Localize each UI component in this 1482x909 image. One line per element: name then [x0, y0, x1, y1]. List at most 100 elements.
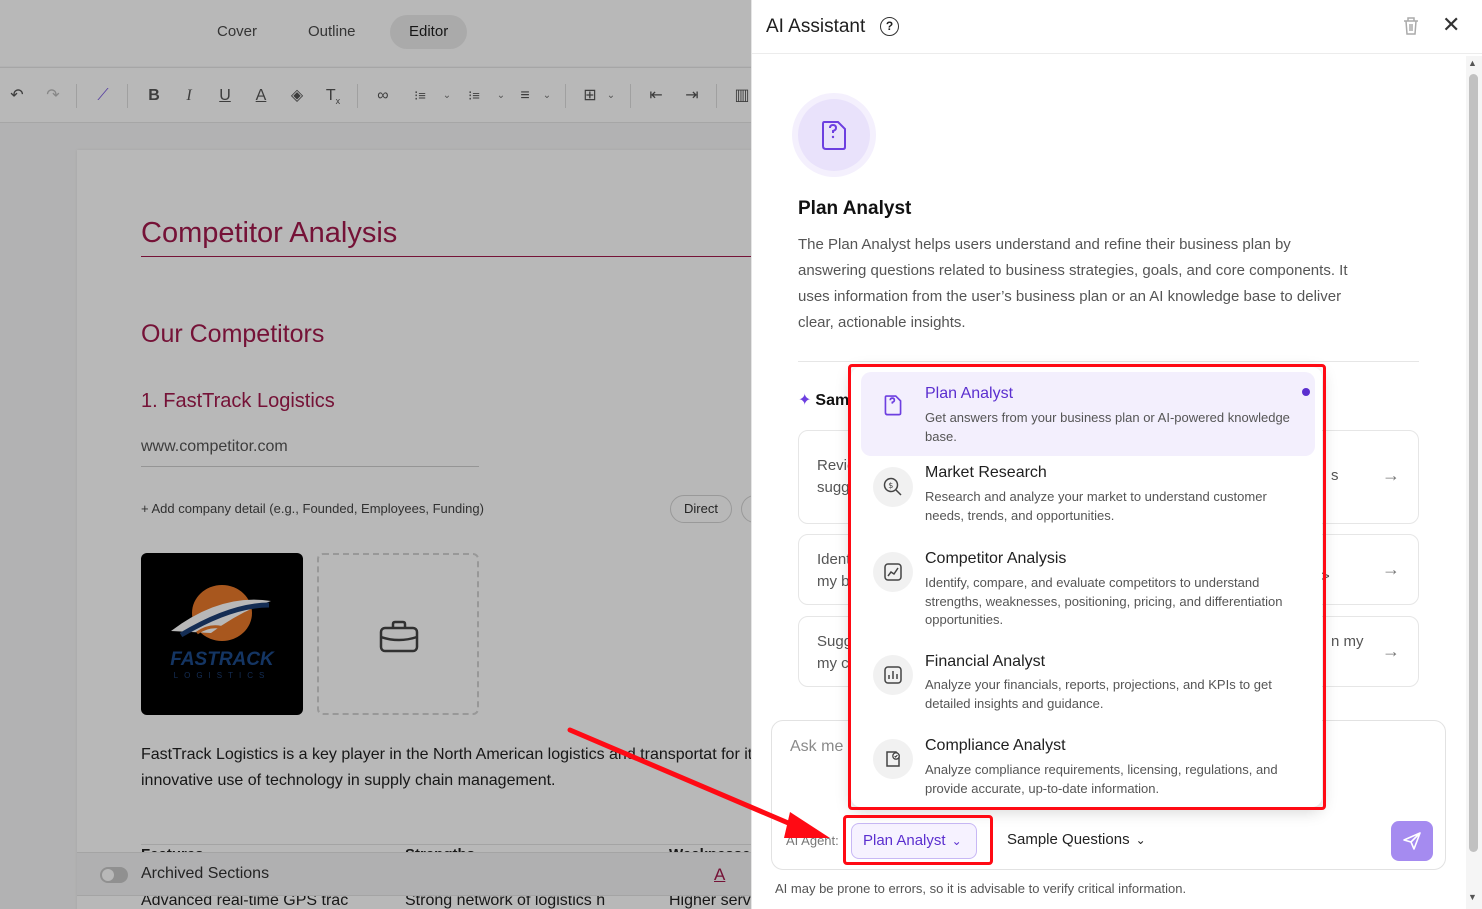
layout-icon[interactable]: ▥: [731, 86, 751, 106]
shield-check-icon: [873, 739, 913, 779]
chat-input[interactable]: Ask me a: [790, 738, 857, 756]
chevron-down-icon[interactable]: ⌄: [496, 86, 506, 106]
table-icon[interactable]: ⊞: [579, 86, 601, 106]
scrollbar[interactable]: ▲ ▼: [1466, 56, 1482, 909]
chevron-down-icon[interactable]: ⌄: [606, 86, 616, 106]
text-style-icon[interactable]: A: [714, 865, 725, 885]
agent-dropdown-menu: Plan Analyst Get answers from your busin…: [851, 367, 1322, 807]
question-text: my b: [817, 573, 850, 590]
agent-option-description: Analyze your financials, reports, projec…: [925, 677, 1272, 711]
competitor-type-chip[interactable]: [741, 495, 751, 523]
bold-icon[interactable]: B: [143, 86, 165, 106]
tab-outline[interactable]: Outline: [289, 15, 375, 49]
align-icon[interactable]: ≡: [514, 86, 536, 106]
chevron-down-icon: ⌄: [951, 834, 962, 848]
redo-icon[interactable]: ↷: [42, 86, 64, 106]
competitor-description[interactable]: FastTrack Logistics is a key player in t…: [141, 742, 751, 794]
bar-chart-icon: [873, 655, 913, 695]
undo-icon[interactable]: ↶: [6, 86, 28, 106]
competitor-heading[interactable]: 1. FastTrack Logistics: [141, 390, 335, 413]
scroll-up-icon[interactable]: ▲: [1468, 58, 1477, 68]
archived-sections-label: Archived Sections: [141, 865, 270, 882]
agent-option-title: Plan Analyst: [925, 385, 1014, 402]
document-page: Competitor Analysis Our Competitors 1. F…: [77, 150, 751, 909]
question-text: Sugg: [817, 633, 853, 650]
bullet-list-icon[interactable]: ⁝≡: [463, 86, 485, 106]
agent-option-description: Identify, compare, and evaluate competit…: [925, 575, 1283, 627]
agent-option-financial-analyst[interactable]: Financial Analyst Analyze your financial…: [861, 649, 1315, 729]
chevron-down-icon: ⌄: [1135, 833, 1146, 847]
indent-icon[interactable]: ⇥: [681, 86, 703, 106]
agent-option-competitor-analysis[interactable]: Competitor Analysis Identify, compare, a…: [861, 546, 1315, 642]
underline-icon[interactable]: U: [214, 86, 236, 106]
selected-indicator: [1302, 388, 1310, 396]
arrow-right-icon[interactable]: →: [1382, 641, 1400, 662]
agent-option-title: Compliance Analyst: [925, 737, 1066, 754]
briefcase-icon: [379, 620, 419, 653]
logo-subtext: LOGISTICS: [173, 671, 271, 680]
agent-option-description: Analyze compliance requirements, licensi…: [925, 762, 1278, 796]
agent-label: AI Agent:: [786, 833, 839, 848]
document-editor: Cover Outline Editor ↶ ↷ ⟋ B I U A ◈ Tx …: [0, 0, 751, 909]
question-text: >: [1321, 568, 1330, 585]
disclaimer-text: AI may be prone to errors, so it is advi…: [775, 881, 1187, 896]
archived-sections-bar: Archived Sections A: [77, 852, 751, 896]
question-text: my c: [817, 655, 849, 672]
search-dollar-icon: $: [873, 467, 913, 507]
agent-option-plan-analyst[interactable]: Plan Analyst Get answers from your busin…: [861, 372, 1315, 456]
send-button[interactable]: [1391, 821, 1433, 861]
trash-icon[interactable]: [1402, 16, 1420, 36]
agent-option-title: Financial Analyst: [925, 653, 1046, 670]
question-text: Ident: [817, 551, 851, 568]
italic-icon[interactable]: I: [178, 86, 200, 106]
archived-toggle[interactable]: [100, 867, 128, 883]
logo-graphic: [171, 585, 271, 641]
chevron-down-icon[interactable]: ⌄: [442, 86, 452, 106]
tab-cover[interactable]: Cover: [198, 15, 276, 49]
tab-editor[interactable]: Editor: [390, 15, 468, 49]
page-title[interactable]: Competitor Analysis: [141, 217, 397, 250]
sparkle-icon: ✦: [798, 392, 812, 409]
add-company-detail-button[interactable]: + Add company detail (e.g., Founded, Emp…: [141, 501, 484, 516]
svg-text:$: $: [888, 481, 893, 490]
chevron-down-icon[interactable]: ⌄: [542, 86, 552, 106]
help-icon[interactable]: ?: [880, 17, 899, 36]
link-icon[interactable]: ∞: [372, 86, 394, 106]
agent-option-description: Research and analyze your market to unde…: [925, 489, 1267, 523]
agent-select-value: Plan Analyst: [863, 832, 946, 849]
arrow-right-icon[interactable]: →: [1382, 559, 1400, 580]
close-icon[interactable]: ✕: [1442, 14, 1460, 36]
scroll-down-icon[interactable]: ▼: [1468, 892, 1477, 902]
plan-document-icon: [873, 384, 913, 424]
section-heading[interactable]: Our Competitors: [141, 320, 324, 349]
add-image-placeholder[interactable]: [317, 553, 479, 715]
sample-questions-heading: ✦ Sam: [798, 392, 850, 409]
question-text: sugg: [817, 479, 850, 496]
sample-questions-dropdown[interactable]: Sample Questions ⌄: [997, 823, 1160, 859]
agent-name: Plan Analyst: [798, 198, 912, 219]
formatting-toolbar: ↶ ↷ ⟋ B I U A ◈ Tx ∞ ⁝≡ ⌄ ⁝≡ ⌄ ≡ ⌄ ⊞ ⌄ ⇤…: [0, 67, 751, 123]
competitor-logo[interactable]: FASTRACK LOGISTICS: [141, 553, 303, 715]
chart-document-icon: [873, 552, 913, 592]
competitor-type-chip[interactable]: Direct: [670, 495, 732, 523]
question-text: s: [1331, 467, 1339, 484]
agent-select-dropdown[interactable]: Plan Analyst ⌄: [851, 823, 977, 859]
agent-option-title: Competitor Analysis: [925, 550, 1067, 567]
outdent-icon[interactable]: ⇤: [645, 86, 667, 106]
agent-option-market-research[interactable]: $ Market Research Research and analyze y…: [861, 461, 1315, 541]
logo-wordmark: FASTRACK: [170, 649, 274, 670]
send-icon: [1403, 832, 1421, 850]
competitor-url[interactable]: www.competitor.com: [141, 438, 288, 456]
magic-wand-icon[interactable]: ⟋: [92, 86, 114, 106]
arrow-right-icon[interactable]: →: [1382, 465, 1400, 486]
font-color-icon[interactable]: A: [250, 86, 272, 106]
question-text: n my: [1331, 633, 1364, 650]
question-text: Revie: [817, 457, 856, 474]
numbered-list-icon[interactable]: ⁝≡: [409, 86, 431, 106]
agent-description: The Plan Analyst helps users understand …: [798, 236, 1348, 331]
agent-option-compliance-analyst[interactable]: Compliance Analyst Analyze compliance re…: [861, 733, 1315, 807]
clear-format-icon[interactable]: Tx: [322, 86, 344, 106]
fill-color-icon[interactable]: ◈: [286, 86, 308, 106]
scrollbar-thumb[interactable]: [1469, 74, 1478, 852]
plan-document-icon: [822, 121, 846, 150]
